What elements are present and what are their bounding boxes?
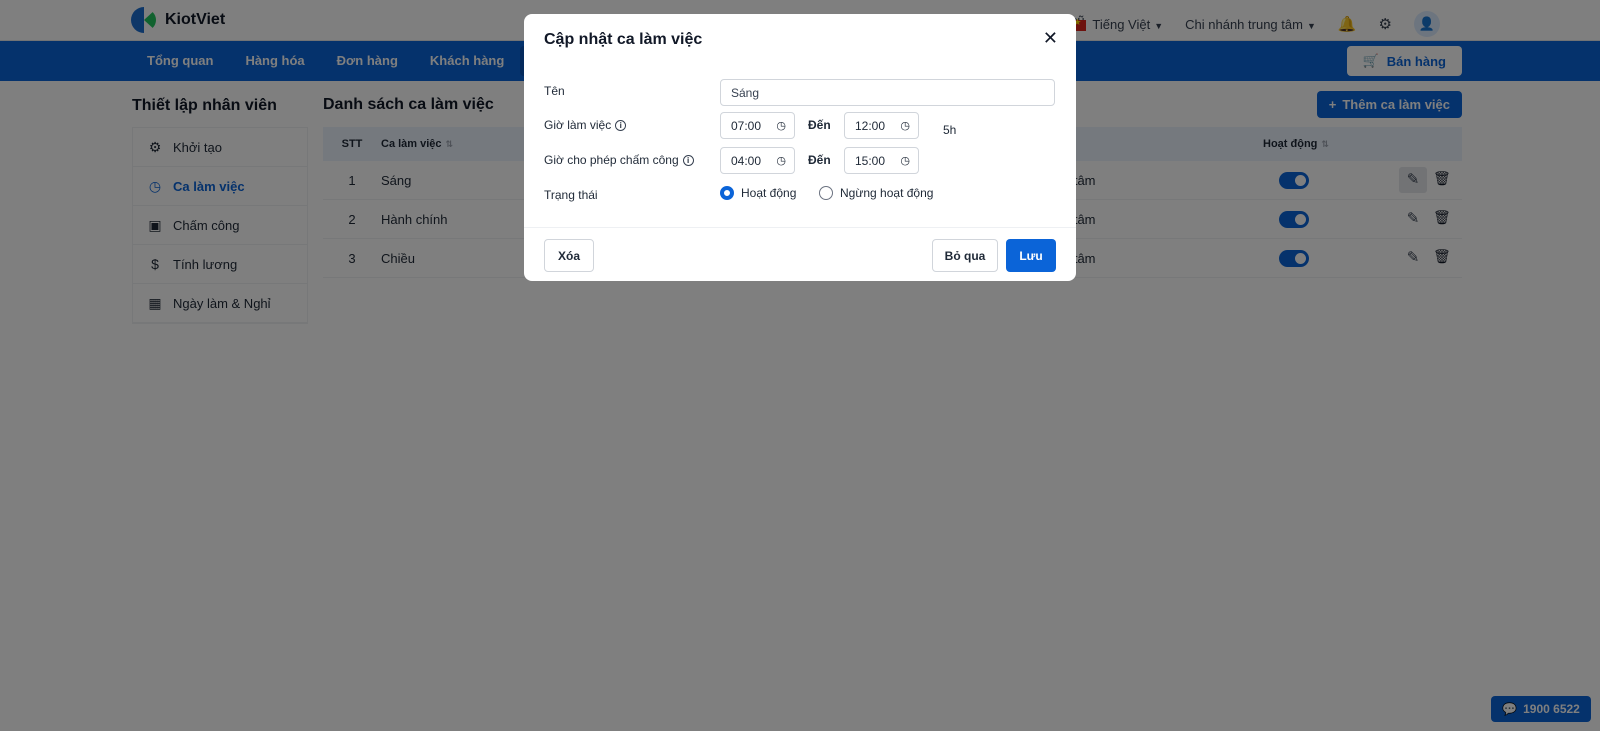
name-label: Tên bbox=[544, 84, 565, 98]
info-icon[interactable]: i bbox=[615, 119, 627, 131]
close-icon[interactable]: ✕ bbox=[1043, 28, 1058, 49]
clock-icon: ◷ bbox=[900, 120, 910, 132]
shift-name-input[interactable]: Sáng bbox=[720, 79, 1055, 106]
skip-button[interactable]: Bỏ qua bbox=[932, 239, 998, 272]
update-shift-dialog: Cập nhật ca làm việc ✕ Tên Sáng Giờ làm … bbox=[524, 14, 1076, 281]
checkin-to-input[interactable]: 15:00 ◷ bbox=[844, 147, 919, 174]
clock-icon: ◷ bbox=[776, 120, 786, 132]
save-button[interactable]: Lưu bbox=[1006, 239, 1056, 272]
info-icon[interactable]: i bbox=[682, 154, 694, 166]
to-label: Đến bbox=[808, 118, 831, 132]
status-label: Trạng thái bbox=[544, 188, 598, 202]
checkin-from-input[interactable]: 04:00 ◷ bbox=[720, 147, 795, 174]
clock-icon: ◷ bbox=[776, 155, 786, 167]
clock-icon: ◷ bbox=[900, 155, 910, 167]
delete-button[interactable]: Xóa bbox=[544, 239, 594, 272]
work-hours-label: Giờ làm việc i bbox=[544, 118, 627, 132]
status-inactive-radio[interactable]: Ngừng hoạt động bbox=[819, 186, 933, 200]
work-from-input[interactable]: 07:00 ◷ bbox=[720, 112, 795, 139]
dialog-divider bbox=[524, 227, 1076, 228]
work-to-input[interactable]: 12:00 ◷ bbox=[844, 112, 919, 139]
checkin-label: Giờ cho phép chấm công i bbox=[544, 153, 694, 167]
to-label: Đến bbox=[808, 153, 831, 167]
dialog-title: Cập nhật ca làm việc bbox=[544, 31, 703, 48]
work-duration: 5h bbox=[943, 123, 957, 137]
status-active-radio[interactable]: Hoạt động bbox=[720, 186, 796, 200]
